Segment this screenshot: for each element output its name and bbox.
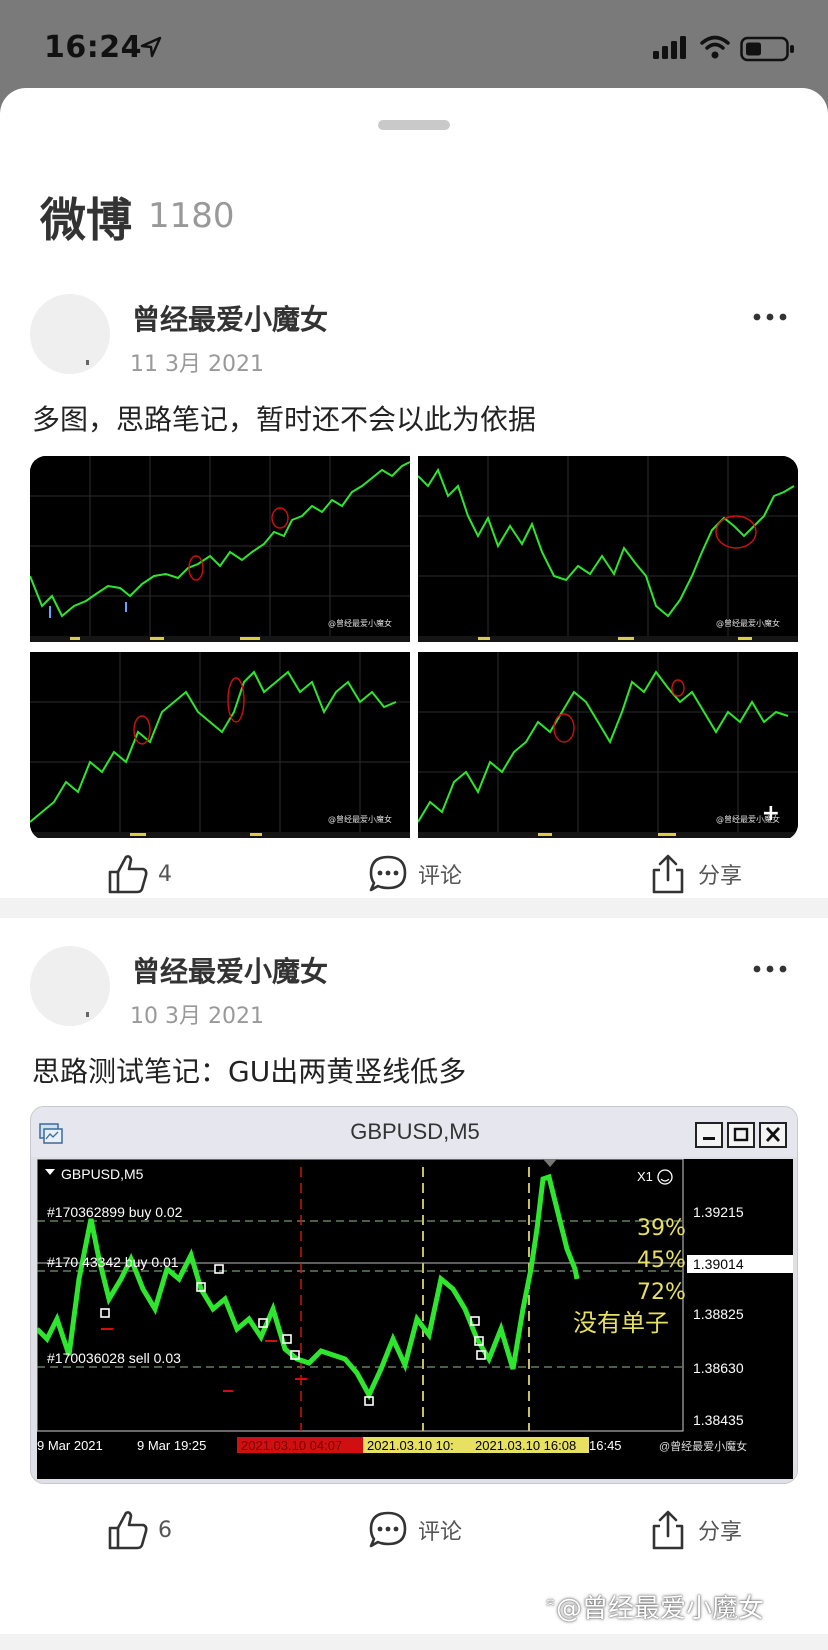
avatar[interactable] [30, 294, 110, 374]
page-watermark: ꩰ@曾经最爱小魔女 [556, 1588, 764, 1627]
maximize-icon [733, 1127, 749, 1142]
price-chart: GBPUSD,M5 X1 #170362899 buy 0.02 #170 43… [35, 1158, 793, 1479]
time-tick: 9 Mar 2021 [37, 1438, 103, 1453]
price-tick: 1.38630 [693, 1360, 744, 1376]
chart-thumbnail[interactable]: @曾经最爱小魔女 [418, 456, 798, 642]
post-actions: 4 评论 分享 [0, 844, 828, 904]
avatar-mark [86, 360, 89, 365]
image-grid: @曾经最爱小魔女 @曾经最爱小魔女 @曾经最爱小魔女 @曾经最爱小魔女 + [30, 456, 798, 840]
post-date: 10 3月 2021 [130, 1004, 264, 1029]
status-time: 16:24 [44, 30, 142, 65]
price-tick: 1.39215 [693, 1204, 744, 1220]
time-tick: 2021.03.10 04:07 [241, 1438, 342, 1453]
avatar[interactable] [30, 946, 110, 1026]
share-icon [652, 854, 684, 894]
chart-window-title: GBPUSD,M5 [350, 1119, 480, 1144]
comment-label: 评论 [418, 1520, 463, 1545]
post-count: 1180 [148, 196, 235, 236]
post-actions: 6 评论 分享 [0, 1500, 828, 1560]
comment-icon [369, 1511, 407, 1548]
post-author[interactable]: 曾经最爱小魔女 [132, 298, 328, 338]
more-images-plus-icon[interactable]: + [762, 801, 780, 826]
price-tick: 1.38435 [693, 1412, 744, 1428]
battery-icon [740, 36, 794, 62]
time-tick: 16:45 [589, 1438, 622, 1453]
location-arrow-icon [140, 36, 162, 58]
thumbs-up-icon [108, 855, 148, 894]
time-tick: 2021.03.10 16:08 [475, 1438, 576, 1453]
thumbnail-watermark: @曾经最爱小魔女 [716, 618, 780, 628]
share-button[interactable]: 分享 [646, 844, 742, 904]
order-label: #170036028 sell 0.03 [47, 1350, 181, 1366]
thumbs-up-icon [108, 1511, 148, 1550]
post-text: 多图，思路笔记，暂时还不会以此为依据 [32, 403, 537, 436]
time-tick: 2021.03.10 10: [367, 1438, 454, 1453]
comment-button[interactable]: 评论 [366, 844, 462, 904]
status-bar: 16:24 [0, 0, 828, 88]
comment-label: 评论 [418, 864, 463, 889]
post-text: 思路测试笔记：GU出两黄竖线低多 [32, 1055, 467, 1088]
comment-button[interactable]: 评论 [366, 1500, 462, 1560]
order-label: #170362899 buy 0.02 [47, 1204, 183, 1220]
share-label: 分享 [698, 864, 743, 889]
post-divider [0, 1634, 828, 1650]
avatar-mark [86, 1012, 89, 1017]
current-price-tag: 1.39014 [693, 1256, 744, 1272]
minimize-button[interactable] [695, 1122, 723, 1148]
post-card: 曾经最爱小魔女 11 3月 2021 多图，思路笔记，暂时还不会以此为依据 @曾… [0, 294, 828, 904]
post-date: 11 3月 2021 [130, 352, 264, 377]
price-tick: 1.38825 [693, 1306, 744, 1322]
comment-icon [369, 855, 407, 892]
page-watermark-text: @曾经最爱小魔女 [556, 1594, 765, 1624]
minimize-icon [703, 1137, 715, 1140]
more-options-icon[interactable] [752, 312, 788, 322]
sheet-grabber-handle[interactable] [378, 120, 450, 130]
share-button[interactable]: 分享 [646, 1500, 742, 1560]
close-icon [765, 1127, 781, 1142]
close-button[interactable] [759, 1122, 787, 1148]
maximize-button[interactable] [727, 1122, 755, 1148]
chart-window-titlebar: GBPUSD,M5 [31, 1107, 797, 1157]
thumbnail-watermark: @曾经最爱小魔女 [328, 618, 392, 628]
weibo-sheet: 微博 1180 曾经最爱小魔女 11 3月 2021 多图，思路笔记，暂时还不会… [0, 88, 828, 1650]
like-count: 6 [158, 1517, 172, 1543]
percent-label: 39% [637, 1216, 686, 1241]
wifi-icon [700, 35, 730, 59]
percent-label: 72% [637, 1280, 686, 1305]
cellular-signal-icon [653, 36, 686, 59]
no-orders-note: 没有单子 [573, 1309, 669, 1337]
time-tick: 9 Mar 19:25 [137, 1438, 206, 1453]
more-options-icon[interactable] [752, 964, 788, 974]
share-icon [652, 1510, 684, 1550]
chart-zoom-label: X1 [637, 1169, 653, 1184]
post-author[interactable]: 曾经最爱小魔女 [132, 950, 328, 990]
chart-thumbnail[interactable]: @曾经最爱小魔女 + [418, 652, 798, 838]
sheet-title: 微博 [40, 193, 132, 247]
like-count: 4 [158, 861, 172, 887]
thumbnail-watermark: @曾经最爱小魔女 [328, 814, 392, 824]
chart-thumbnail[interactable]: @曾经最爱小魔女 [30, 456, 410, 642]
chart-symbol-label: GBPUSD,M5 [61, 1166, 144, 1182]
trading-chart-screenshot[interactable]: GBPUSD,M5 GBPUSD,M5 X1 #170362899 buy 0.… [30, 1106, 798, 1484]
chart-thumbnail[interactable]: @曾经最爱小魔女 [30, 652, 410, 838]
order-label: #170 43342 buy 0.01 [47, 1254, 179, 1270]
share-label: 分享 [698, 1520, 743, 1545]
like-button[interactable]: 4 [106, 844, 172, 904]
percent-label: 45% [637, 1248, 686, 1273]
like-button[interactable]: 6 [106, 1500, 172, 1560]
chart-watermark: @曾经最爱小魔女 [659, 1439, 747, 1453]
post-divider [0, 898, 828, 918]
post-card: 曾经最爱小魔女 10 3月 2021 思路测试笔记：GU出两黄竖线低多 GBPU… [0, 946, 828, 1650]
